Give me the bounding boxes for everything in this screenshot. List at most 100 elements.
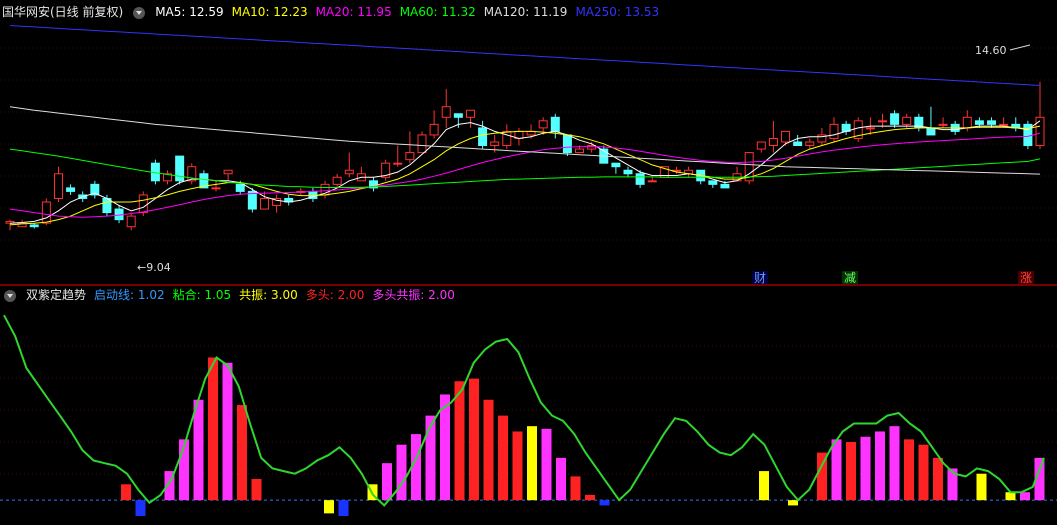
candle-body [550, 116, 560, 132]
indicator-bar [454, 381, 465, 501]
indicator-bar [904, 439, 914, 501]
indicator-bar [1020, 492, 1030, 501]
candle-body [490, 141, 500, 147]
candle-body [126, 215, 136, 228]
ma-legend-item: MA10: 12.23 [231, 5, 308, 19]
indicator-bar [556, 457, 566, 501]
candle-body [926, 127, 936, 136]
indicator-bar [846, 442, 856, 501]
candle-body [987, 120, 997, 125]
indicator-panel[interactable]: 双紫定趋势 启动线: 1.02 粘合: 1.05 共振: 3.00 多头: 2.00 多… [0, 286, 1057, 525]
ma-legend: 国华网安(日线 前复权) MA5: 12.59 MA10: 12.23 MA20: … [2, 4, 659, 20]
high-price-label: 14.60 [975, 44, 1007, 57]
indicator-bar [585, 494, 595, 501]
candle-body [441, 106, 451, 118]
price-chart-panel[interactable]: 14.60 ←9.04 国华网安(日线 前复权) MA5: 12.59 MA10: … [0, 0, 1057, 285]
candle-body [635, 173, 645, 185]
ma-line-ma60 [9, 148, 1041, 188]
candle-body [756, 141, 766, 150]
indicator-bar [599, 500, 610, 506]
indicator-bar [918, 444, 929, 501]
candle-body [53, 173, 63, 199]
candle-body [877, 120, 887, 123]
candle-body [720, 183, 730, 189]
candle-body [223, 169, 233, 175]
indicator-legend: 双紫定趋势 启动线: 1.02 粘合: 1.05 共振: 3.00 多头: 2.00 多… [2, 287, 455, 303]
ma-legend-item: MA5: 12.59 [155, 5, 224, 19]
indicator-bar [483, 399, 494, 501]
candle-body [865, 127, 875, 130]
candle-body [429, 123, 439, 136]
indicator-legend-item: 粘合: 1.05 [172, 288, 232, 302]
candle-body [66, 187, 76, 192]
candle-body [41, 201, 51, 224]
indicator-legend-item: 多头: 2.00 [305, 288, 365, 302]
stock-title: 国华网安(日线 前复权) [2, 5, 124, 19]
indicator-bar [193, 399, 204, 501]
candle-body [902, 116, 912, 125]
candle-body [647, 180, 657, 183]
candle-body [587, 145, 597, 150]
event-tag-finance[interactable]: 财 [752, 271, 768, 285]
indicator-bar [512, 431, 523, 501]
candle-body [235, 183, 245, 192]
low-price-label: ←9.04 [137, 261, 171, 274]
indicator-bar [860, 436, 871, 501]
chevron-down-icon[interactable] [4, 290, 16, 302]
candle-body [29, 224, 39, 228]
ma-line-ma120 [9, 106, 1041, 175]
indicator-bar [976, 473, 987, 501]
candle-body [405, 152, 415, 161]
candle-body [768, 137, 778, 147]
indicator-bar [425, 415, 436, 501]
indicator-legend-item: 共振: 3.00 [239, 288, 298, 302]
candle-body [393, 162, 403, 165]
indicator-bar [759, 471, 769, 501]
chevron-down-icon[interactable] [133, 7, 146, 19]
candle-body [793, 141, 803, 147]
candle-body [478, 127, 488, 147]
indicator-bar [208, 357, 218, 501]
indicator-bar [498, 415, 508, 501]
candle-body [465, 109, 475, 118]
candle-body [999, 123, 1009, 126]
indicator-bar [338, 500, 349, 516]
ma-legend-item: MA60: 11.32 [399, 5, 476, 19]
candle-body [562, 134, 572, 154]
indicator-bar [1005, 492, 1016, 501]
candle-body [538, 120, 548, 129]
event-tag-rise[interactable]: 涨 [1018, 271, 1034, 285]
candle-body [829, 123, 839, 139]
candle-body [453, 113, 463, 118]
candle-body [623, 169, 633, 175]
candle-body [138, 194, 148, 214]
indicator-legend-item: 启动线: 1.02 [94, 288, 165, 302]
indicator-bar [222, 362, 233, 501]
indicator-bar [570, 476, 581, 501]
indicator-bar [382, 463, 392, 501]
indicator-title: 双紫定趋势 [26, 288, 87, 302]
candle-body [575, 148, 585, 154]
indicator-bar [324, 500, 334, 514]
candle-body [708, 180, 718, 185]
candle-body [211, 187, 221, 190]
ma-legend-item: MA250: 13.53 [575, 5, 660, 19]
event-tag-reduce[interactable]: 减 [842, 271, 858, 285]
candle-body [417, 134, 427, 154]
indicator-bar [251, 479, 262, 501]
indicator-bar [237, 405, 247, 501]
indicator-bar [541, 428, 552, 501]
price-chart: 14.60 ←9.04 [0, 25, 1057, 274]
indicator-bar [933, 457, 943, 501]
candle-body [781, 130, 791, 143]
candle-body [259, 197, 269, 210]
candle-body [962, 116, 972, 129]
candle-body [805, 141, 815, 147]
indicator-bar [135, 500, 146, 516]
candle-body [1035, 116, 1045, 147]
indicator-bar [889, 426, 900, 501]
ma-legend-item: MA20: 11.95 [315, 5, 392, 19]
candle-body [332, 176, 342, 185]
indicator-legend-item: 多头共振: 2.00 [372, 288, 455, 302]
candle-body [611, 162, 621, 168]
